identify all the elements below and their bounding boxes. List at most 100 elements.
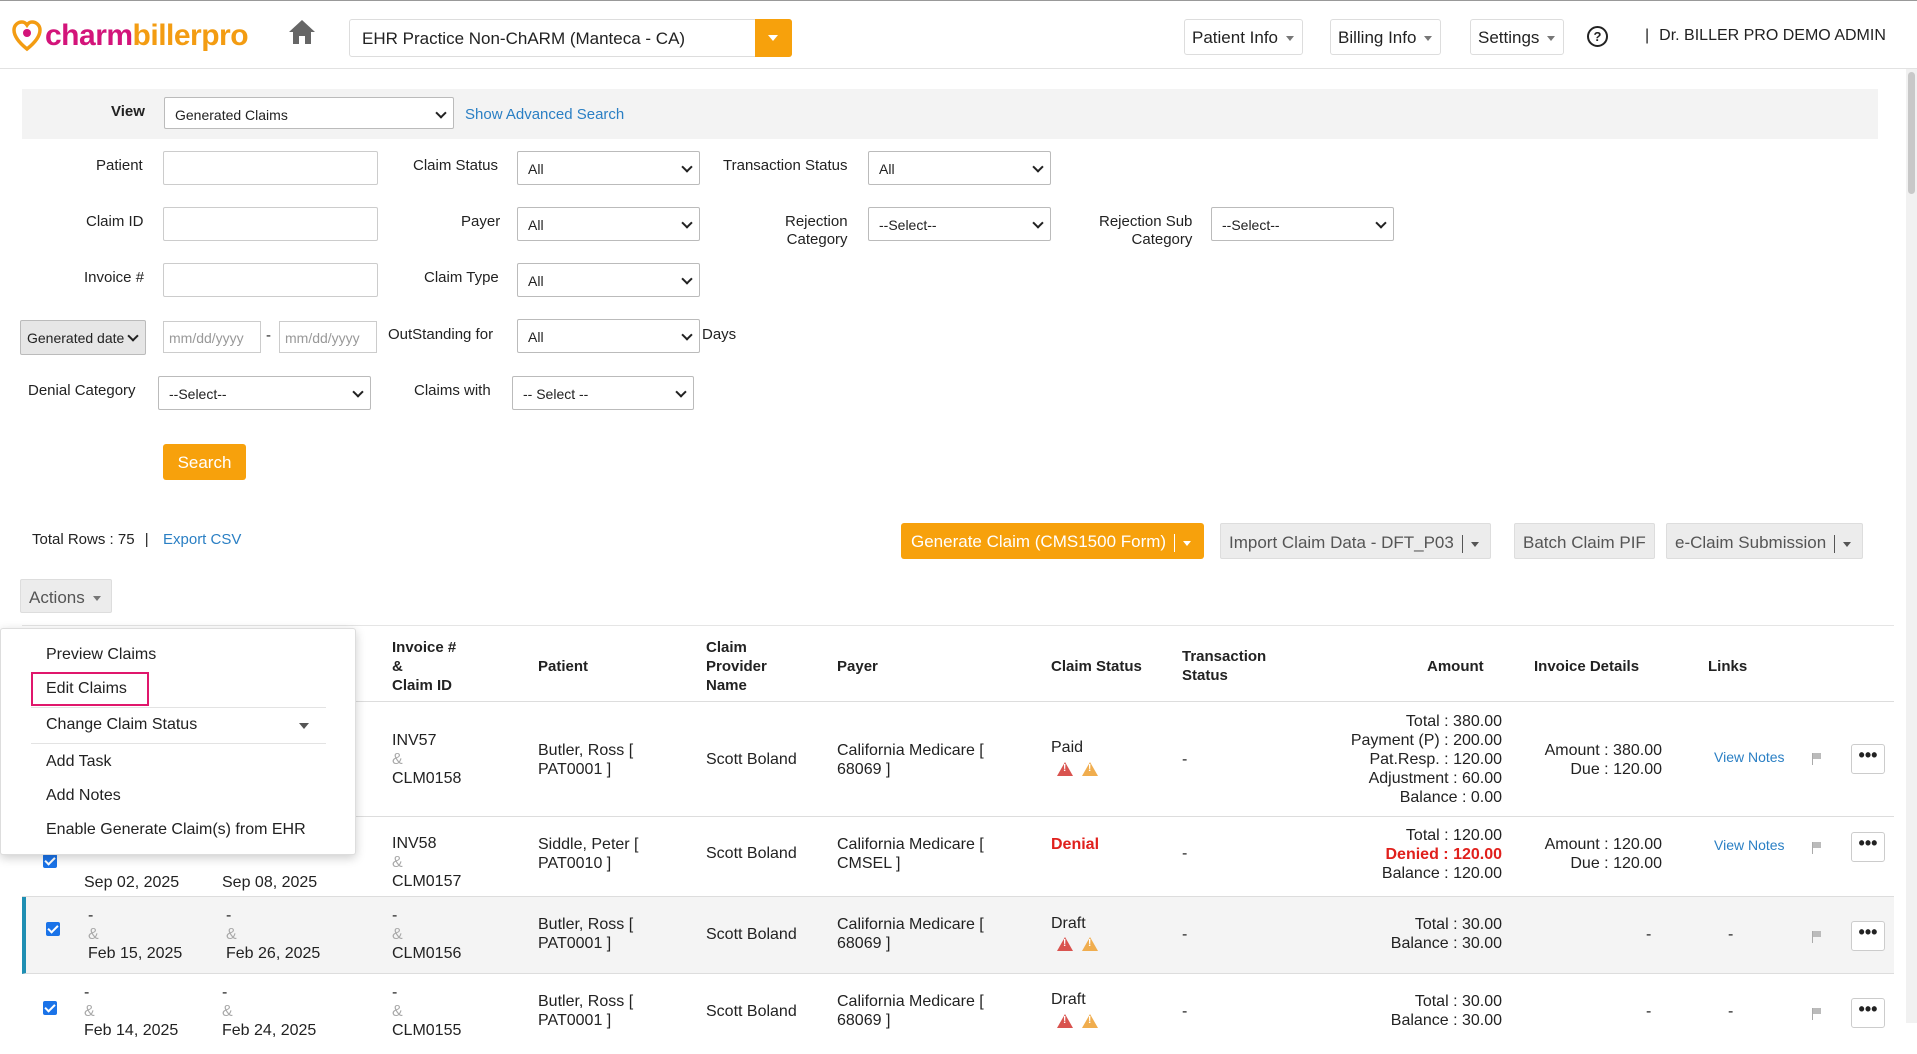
claims-with-label: Claims with	[414, 382, 491, 399]
col-payer[interactable]: Payer	[837, 657, 878, 676]
view-notes-link[interactable]: View Notes	[1714, 748, 1785, 767]
col-amount[interactable]: Amount	[1427, 657, 1484, 676]
outstanding-label: OutStanding for	[388, 326, 494, 343]
date-range-separator: -	[266, 327, 271, 344]
actions-dropdown-menu: Preview Claims Edit Claims Change Claim …	[0, 628, 356, 855]
date-from-input[interactable]: mm/dd/yyyy	[163, 321, 261, 353]
provider-name: Scott Boland	[706, 845, 797, 862]
date-2-top: -	[222, 984, 228, 1001]
app-logo[interactable]: charmbillerpro	[12, 19, 249, 53]
date-type-select[interactable]: Generated date	[20, 320, 146, 355]
home-icon[interactable]	[288, 19, 316, 49]
error-warning-icon[interactable]	[1057, 762, 1073, 776]
row-checkbox[interactable]	[43, 1001, 57, 1015]
claim-status-label: Claim Status	[413, 157, 499, 174]
chevron-down-icon[interactable]	[1174, 533, 1194, 552]
warning-icon[interactable]	[1082, 1014, 1098, 1028]
menu-item-add-task[interactable]: Add Task	[46, 753, 112, 771]
help-icon[interactable]: ?	[1587, 26, 1608, 47]
view-select[interactable]: Generated Claims	[164, 97, 454, 129]
eclaim-submission-button[interactable]: e-Claim Submission	[1666, 523, 1864, 559]
row-more-menu[interactable]: •••	[1851, 832, 1885, 862]
table-row[interactable]: - & Feb 14, 2025 - & Feb 24, 2025 - & CL…	[22, 974, 1894, 1054]
warning-icon[interactable]	[1082, 762, 1098, 776]
user-menu[interactable]: | Dr. BILLER PRO DEMO ADMIN	[1645, 27, 1886, 45]
col-claim-status[interactable]: Claim Status	[1051, 657, 1142, 676]
export-csv-link[interactable]: Export CSV	[163, 531, 241, 548]
row-more-menu[interactable]: •••	[1851, 998, 1885, 1028]
date-1: Sep 02, 2025	[84, 874, 180, 891]
outstanding-select[interactable]: All	[517, 319, 700, 353]
chevron-down-icon[interactable]	[1461, 534, 1482, 553]
claims-with-select[interactable]: -- Select --	[512, 376, 694, 410]
chevron-down-icon[interactable]	[1834, 534, 1854, 553]
row-checkbox[interactable]	[46, 922, 60, 936]
chevron-down-icon[interactable]	[755, 19, 792, 57]
payer-name: California Medicare [68069 ]	[837, 742, 984, 778]
claim-id: CLM0157	[392, 873, 462, 890]
flag-icon[interactable]	[1812, 1008, 1822, 1020]
row-checkbox[interactable]	[43, 854, 57, 868]
flag-icon[interactable]	[1812, 753, 1822, 765]
heart-logo-icon	[12, 20, 42, 52]
generate-claim-button[interactable]: Generate Claim (CMS1500 Form)	[901, 523, 1205, 559]
warning-icon[interactable]	[1082, 937, 1098, 951]
amp: &	[392, 1003, 403, 1020]
claim-type-select[interactable]: All	[517, 263, 700, 297]
flag-icon[interactable]	[1812, 842, 1822, 854]
date-to-input[interactable]: mm/dd/yyyy	[279, 321, 377, 353]
claim-status-select[interactable]: All	[517, 151, 700, 185]
patient-name[interactable]: Butler, Ross [PAT0001 ]	[538, 741, 633, 779]
search-button[interactable]: Search	[163, 444, 246, 480]
chevron-down-icon[interactable]	[299, 723, 309, 729]
view-notes-link[interactable]: View Notes	[1714, 836, 1785, 855]
transaction-status-select[interactable]: All	[868, 151, 1051, 185]
denial-category-select[interactable]: --Select--	[158, 376, 371, 410]
practice-selector[interactable]: EHR Practice Non-ChARM (Manteca - CA)	[349, 19, 792, 57]
menu-item-change-claim-status[interactable]: Change Claim Status	[46, 716, 197, 734]
patient-label: Patient	[96, 157, 143, 174]
patient-name[interactable]: Siddle, Peter [PAT0010 ]	[538, 835, 639, 873]
row-more-menu[interactable]: •••	[1851, 744, 1885, 774]
date-2: Sep 08, 2025	[222, 874, 318, 891]
patient-name[interactable]: Butler, Ross [PAT0001 ]	[538, 915, 633, 953]
col-invoice-details[interactable]: Invoice Details	[1534, 657, 1639, 676]
amp: &	[392, 751, 403, 768]
nav-patient-info[interactable]: Patient Info	[1184, 19, 1304, 55]
nav-billing-info[interactable]: Billing Info	[1330, 19, 1442, 55]
menu-item-add-notes[interactable]: Add Notes	[46, 787, 121, 805]
rejection-sub-category-select[interactable]: --Select--	[1211, 207, 1394, 241]
patient-name[interactable]: Butler, Ross [PAT0001 ]	[538, 992, 633, 1030]
user-separator: |	[1645, 27, 1650, 44]
col-provider[interactable]: Claim Provider Name	[706, 638, 767, 695]
menu-item-edit-claims[interactable]: Edit Claims	[46, 680, 127, 698]
amount-details: Total : 30.00 Balance : 30.00	[1390, 916, 1502, 952]
col-invoice-claim-id[interactable]: Invoice # & Claim ID	[392, 638, 456, 695]
invoice-input[interactable]	[163, 263, 378, 297]
nav-settings[interactable]: Settings	[1470, 19, 1565, 55]
batch-claim-pif-button[interactable]: Batch Claim PIF	[1514, 523, 1655, 559]
menu-item-preview-claims[interactable]: Preview Claims	[46, 646, 156, 664]
page-scrollbar[interactable]	[1906, 69, 1917, 1023]
table-row[interactable]: - & Feb 15, 2025 - & Feb 26, 2025 - & CL…	[22, 897, 1894, 974]
col-transaction-status[interactable]: Transaction Status	[1182, 647, 1266, 685]
row-more-menu[interactable]: •••	[1851, 921, 1885, 951]
col-patient[interactable]: Patient	[538, 657, 588, 676]
invoice-id: INV57	[392, 732, 437, 749]
import-claim-data-button[interactable]: Import Claim Data - DFT_P03	[1220, 523, 1491, 559]
show-advanced-search-link[interactable]: Show Advanced Search	[465, 106, 624, 123]
claim-status: Draft	[1051, 915, 1086, 932]
claim-id: CLM0156	[392, 945, 462, 962]
flag-icon[interactable]	[1812, 931, 1822, 943]
menu-item-enable-generate-claims[interactable]: Enable Generate Claim(s) from EHR	[46, 821, 306, 839]
payer-select[interactable]: All	[517, 207, 700, 241]
error-warning-icon[interactable]	[1057, 1014, 1073, 1028]
provider-name: Scott Boland	[706, 1003, 797, 1020]
actions-button[interactable]: Actions	[20, 579, 112, 613]
scrollbar-thumb[interactable]	[1908, 72, 1915, 194]
claim-id-input[interactable]	[163, 207, 378, 241]
error-warning-icon[interactable]	[1057, 937, 1073, 951]
denial-category-label: Denial Category	[28, 382, 136, 399]
patient-input[interactable]	[163, 151, 378, 185]
rejection-category-select[interactable]: --Select--	[868, 207, 1051, 241]
